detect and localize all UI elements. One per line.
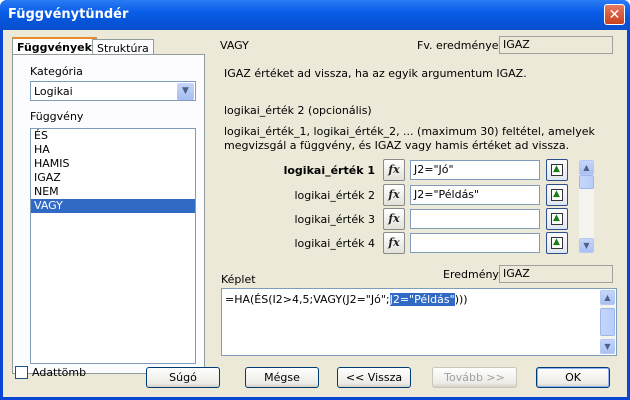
- list-item[interactable]: NEM: [31, 185, 195, 199]
- scroll-down-icon[interactable]: ▼: [579, 238, 594, 253]
- argument-description: logikai_érték_1, logikai_érték_2, ... (m…: [224, 125, 595, 152]
- back-button[interactable]: << Vissza: [337, 367, 411, 388]
- argument-title: logikai_érték 2 (opcionális): [224, 104, 372, 117]
- fx-button-4[interactable]: fx: [383, 232, 405, 254]
- function-description: IGAZ értéket ad vissza, ha az egyik argu…: [224, 67, 527, 80]
- argument-label-2: logikai_érték 2: [294, 189, 375, 202]
- fx-button-2[interactable]: fx: [383, 184, 405, 206]
- scroll-thumb[interactable]: [579, 175, 594, 189]
- function-result-label: Fv. eredménye:: [417, 39, 503, 52]
- list-item[interactable]: ÉS: [31, 129, 195, 143]
- scroll-thumb[interactable]: [600, 308, 615, 336]
- formula-label: Képlet: [221, 273, 256, 286]
- window-title: Függvénytündér: [8, 7, 129, 22]
- scroll-up-icon[interactable]: ▲: [579, 160, 594, 175]
- list-item-selected[interactable]: VAGY: [31, 199, 195, 213]
- function-list-label: Függvény: [30, 110, 84, 123]
- result-value: IGAZ: [499, 265, 613, 283]
- arguments-scrollbar[interactable]: ▲ ▼: [579, 160, 594, 253]
- scroll-down-icon[interactable]: ▼: [600, 339, 615, 354]
- up-arrow-icon: ▲: [553, 237, 560, 247]
- dialog-client: Függvények Struktúra Kategória Logikai ▼…: [3, 30, 627, 397]
- list-item[interactable]: HAMIS: [31, 157, 195, 171]
- argument-label-3: logikai_érték 3: [294, 213, 375, 226]
- chevron-down-icon[interactable]: ▼: [177, 83, 194, 100]
- ok-button[interactable]: OK: [536, 367, 610, 388]
- dialog-window: Függvénytündér ✕ Függvények Struktúra Ka…: [0, 0, 630, 400]
- fx-icon: fx: [388, 188, 400, 201]
- up-arrow-icon: ▲: [553, 213, 560, 223]
- shrink-button-2[interactable]: ▲: [546, 184, 568, 206]
- argument-input-2[interactable]: J2="Példás": [410, 185, 540, 205]
- formula-text-after: ))): [454, 293, 468, 306]
- argument-label-1: logikai_érték 1: [283, 164, 375, 177]
- fx-button-1[interactable]: fx: [383, 159, 405, 181]
- scroll-up-icon[interactable]: ▲: [600, 290, 615, 305]
- list-item[interactable]: IGAZ: [31, 171, 195, 185]
- argument-input-4[interactable]: [410, 233, 540, 253]
- fx-icon: fx: [388, 163, 400, 176]
- argument-label-4: logikai_érték 4: [294, 237, 375, 250]
- next-button[interactable]: Tovább >>: [432, 367, 517, 388]
- shrink-button-1[interactable]: ▲: [546, 159, 568, 181]
- shrink-button-3[interactable]: ▲: [546, 208, 568, 230]
- result-label: Eredmény: [443, 268, 499, 281]
- fx-icon: fx: [388, 212, 400, 225]
- up-arrow-icon: ▲: [553, 189, 560, 199]
- fx-icon: fx: [388, 236, 400, 249]
- argument-input-1[interactable]: J2="Jó": [410, 160, 540, 180]
- category-select[interactable]: Logikai ▼: [30, 81, 196, 101]
- formula-scrollbar[interactable]: ▲ ▼: [600, 290, 615, 354]
- formula-editor[interactable]: =HA(ÉS(I2>4,5;VAGY(J2="Jó";J2="Példás"))…: [221, 288, 617, 356]
- function-list[interactable]: ÉS HA HAMIS IGAZ NEM VAGY: [30, 128, 196, 364]
- category-selected-value: Logikai: [34, 85, 73, 98]
- tab-functions-label: Függvények: [17, 41, 92, 54]
- shrink-button-4[interactable]: ▲: [546, 232, 568, 254]
- up-arrow-icon: ▲: [553, 164, 560, 174]
- close-button[interactable]: ✕: [604, 4, 625, 25]
- formula-text-before: =HA(ÉS(I2>4,5;VAGY(J2="Jó";: [225, 293, 390, 306]
- formula-text-selected: J2="Példás": [389, 293, 455, 306]
- help-button[interactable]: Súgó: [146, 367, 220, 388]
- fx-button-3[interactable]: fx: [383, 208, 405, 230]
- category-label: Kategória: [30, 65, 83, 78]
- list-item[interactable]: HA: [31, 143, 195, 157]
- function-result-value: IGAZ: [499, 36, 613, 54]
- function-name: VAGY: [220, 39, 249, 52]
- array-checkbox[interactable]: [15, 366, 28, 379]
- cancel-button[interactable]: Mégse: [245, 367, 319, 388]
- array-checkbox-label: Adattömb: [32, 366, 87, 379]
- close-icon: ✕: [608, 7, 621, 23]
- functions-panel: Kategória Logikai ▼ Függvény ÉS HA HAMIS…: [12, 54, 205, 374]
- argument-input-3[interactable]: [410, 209, 540, 229]
- title-bar[interactable]: Függvénytündér ✕: [0, 0, 630, 30]
